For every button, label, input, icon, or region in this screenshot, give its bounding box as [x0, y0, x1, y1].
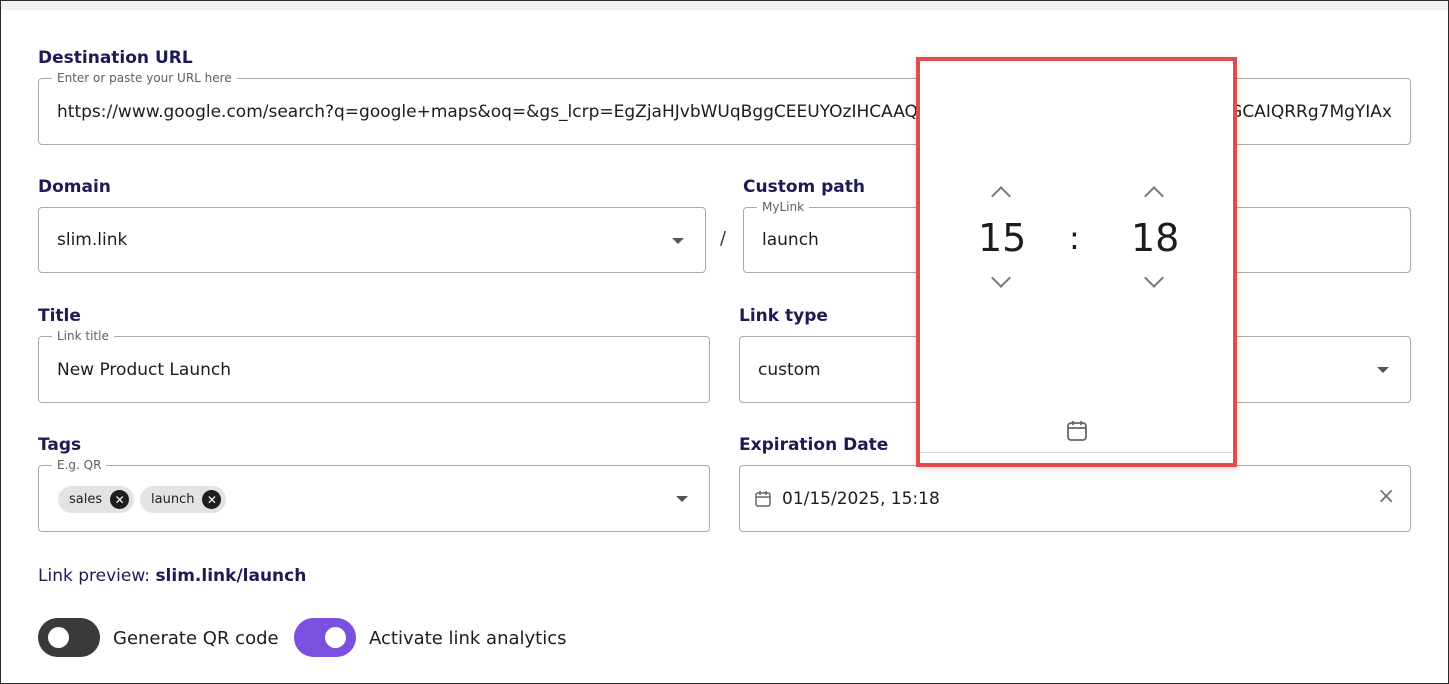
destination-url-tail: GCAIQRRg7MgYIAx [1225, 79, 1392, 144]
calendar-icon[interactable] [754, 490, 772, 508]
expiration-date-label: Expiration Date [739, 435, 889, 455]
tags-select[interactable]: E.g. QR sales ✕ launch ✕ [38, 458, 710, 532]
domain-label: Domain [38, 177, 111, 197]
expiration-date-input[interactable]: 01/15/2025, 15:18 × [739, 465, 1411, 532]
minute-up-chevron-icon[interactable] [1144, 186, 1164, 206]
minute-down-chevron-icon[interactable] [1144, 268, 1164, 288]
title-label: Title [38, 306, 81, 326]
tag-chip[interactable]: sales ✕ [58, 486, 135, 513]
chevron-down-icon[interactable] [676, 496, 688, 502]
link-type-label: Link type [739, 306, 828, 326]
chevron-down-icon [672, 238, 684, 244]
link-type-value: custom [758, 359, 821, 380]
link-preview: Link preview: slim.link/launch [38, 566, 306, 586]
tags-label: Tags [38, 435, 82, 455]
clear-icon[interactable]: × [1377, 484, 1395, 509]
toggle-knob [325, 627, 346, 648]
domain-select[interactable]: slim.link [38, 207, 706, 273]
title-input[interactable]: Link title New Product Launch [38, 329, 710, 403]
hour-down-chevron-icon[interactable] [991, 268, 1011, 288]
popover-footer [920, 452, 1233, 463]
custom-path-value: launch [762, 230, 819, 250]
tags-legend: E.g. QR [52, 458, 107, 472]
minute-value[interactable]: 18 [1131, 216, 1179, 260]
remove-tag-icon[interactable]: ✕ [202, 490, 222, 509]
domain-value: slim.link [57, 230, 128, 250]
tag-chip-label: launch [151, 492, 195, 507]
hour-value[interactable]: 15 [978, 216, 1026, 260]
analytics-toggle-label: Activate link analytics [369, 628, 567, 649]
time-separator: : [1069, 219, 1080, 257]
time-picker-popover: 15 : 18 [916, 57, 1237, 467]
tag-chip-label: sales [69, 492, 103, 507]
destination-url-label: Destination URL [38, 48, 193, 68]
tag-chip[interactable]: launch ✕ [140, 486, 227, 513]
calendar-icon[interactable] [1065, 419, 1089, 443]
remove-tag-icon[interactable]: ✕ [110, 490, 130, 509]
title-value: New Product Launch [57, 359, 231, 380]
qr-code-toggle-label: Generate QR code [113, 628, 279, 649]
top-strip [1, 1, 1448, 10]
link-preview-prefix: Link preview: [38, 566, 151, 586]
path-separator: / [720, 228, 727, 249]
hour-up-chevron-icon[interactable] [991, 186, 1011, 206]
qr-code-toggle[interactable] [38, 618, 100, 657]
expiration-date-value: 01/15/2025, 15:18 [782, 488, 940, 509]
chevron-down-icon [1377, 367, 1389, 373]
custom-path-label: Custom path [743, 177, 866, 197]
link-preview-url: slim.link/launch [155, 566, 307, 586]
analytics-toggle[interactable] [294, 618, 356, 657]
toggle-knob [48, 627, 69, 648]
